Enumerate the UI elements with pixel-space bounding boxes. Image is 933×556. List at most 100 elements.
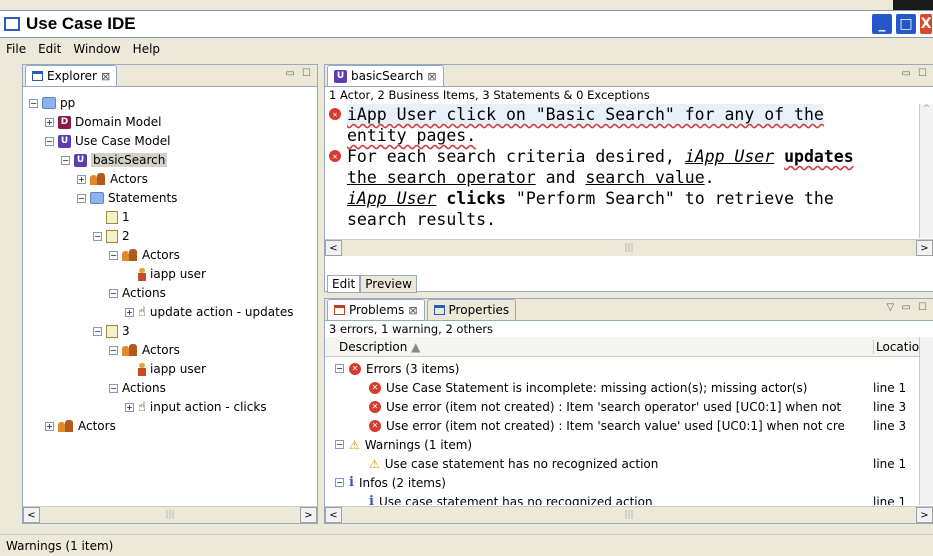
problem-group-row[interactable]: − ✕ Errors (3 items) — [335, 359, 460, 378]
tree-node[interactable]: + Actors — [77, 170, 148, 188]
editor-summary: 1 Actor, 2 Business Items, 3 Statements … — [325, 87, 933, 103]
code-editor[interactable]: ✕ ✕ iApp User click on "Basic Search" fo… — [325, 104, 933, 256]
scroll-left-button[interactable]: < — [325, 240, 342, 256]
maximize-button[interactable]: □ — [895, 13, 917, 35]
expand-icon[interactable]: + — [45, 117, 54, 127]
view-controls[interactable]: ▭ ☐ — [285, 68, 313, 79]
tree-node[interactable]: + D Domain Model — [45, 113, 161, 131]
expand-icon[interactable]: + — [77, 174, 86, 184]
problems-tab[interactable]: Problems ⊠ — [327, 299, 425, 320]
tree-node[interactable]: iapp user — [125, 360, 206, 378]
collapse-icon[interactable]: − — [93, 326, 102, 336]
tree-node[interactable]: + Actors — [45, 417, 116, 435]
menu-window[interactable]: Window — [73, 42, 120, 56]
menu-help[interactable]: Help — [133, 42, 160, 56]
tab-preview[interactable]: Preview — [360, 275, 417, 293]
menu-file[interactable]: File — [6, 42, 26, 56]
problem-row[interactable]: ✕ Use Case Statement is incomplete: missi… — [369, 378, 807, 397]
tree-node-label: Actors — [78, 419, 116, 433]
scroll-right-button[interactable]: > — [915, 507, 933, 523]
tree-node-label: input action - clicks — [149, 400, 267, 414]
collapse-icon[interactable]: − — [109, 383, 118, 393]
code-line-4: the search operator and search value. — [347, 167, 715, 188]
scroll-up-button[interactable]: ^ — [920, 104, 933, 120]
scroll-right-button[interactable]: > — [915, 240, 933, 256]
actor-token: iApp User — [684, 147, 775, 166]
problem-row[interactable]: ✕ Use error (item not created) : Item 'se… — [369, 397, 844, 416]
code-line-3: For each search criteria desired, iApp U… — [347, 146, 854, 167]
person-icon — [138, 362, 146, 376]
scroll-grip[interactable]: ||| — [624, 510, 633, 520]
problem-group-row[interactable]: − i Infos (2 items) — [335, 473, 446, 492]
folder-icon — [42, 97, 56, 109]
tree-node-label: Actions — [122, 381, 166, 395]
properties-tab[interactable]: Properties — [426, 299, 517, 320]
col-description-header[interactable]: Description ▲ — [339, 340, 420, 354]
warning-icon: ⚠ — [349, 437, 360, 452]
problem-description: Warnings (1 item) — [364, 437, 473, 452]
collapse-icon[interactable]: − — [61, 155, 70, 165]
explorer-hscrollbar[interactable]: < ||| > — [23, 506, 317, 523]
tree-node[interactable]: − pp — [29, 94, 75, 112]
tree-node-label: iapp user — [150, 362, 206, 376]
collapse-icon[interactable]: − — [335, 440, 344, 449]
scroll-grip[interactable]: ||| — [624, 243, 633, 253]
tab-edit[interactable]: Edit — [327, 275, 361, 293]
col-location-header[interactable]: Locatio — [873, 339, 919, 354]
close-tab-icon[interactable]: ⊠ — [427, 70, 436, 83]
collapse-icon[interactable]: − — [77, 193, 86, 203]
scroll-grip[interactable]: ||| — [165, 510, 174, 520]
expand-icon[interactable]: + — [125, 402, 134, 412]
problems-hscrollbar[interactable]: < ||| > — [325, 506, 933, 523]
tree-node[interactable]: − Actions — [109, 284, 166, 302]
tree-node[interactable]: − U Use Case Model — [45, 132, 170, 150]
close-tab-icon[interactable]: ⊠ — [408, 304, 417, 317]
collapse-icon[interactable]: − — [29, 98, 38, 108]
collapse-icon[interactable]: − — [109, 345, 118, 355]
expand-icon[interactable]: + — [45, 421, 54, 431]
collapse-icon[interactable]: − — [335, 364, 344, 373]
tree-node[interactable]: − Actors — [109, 341, 180, 359]
editor-hscrollbar[interactable]: < ||| > — [325, 239, 933, 256]
tree-node[interactable]: − Actors — [109, 246, 180, 264]
collapse-icon[interactable]: − — [109, 250, 118, 260]
collapse-icon[interactable]: − — [93, 231, 102, 241]
tree-node[interactable]: 1 — [93, 208, 130, 226]
error-marker-icon[interactable]: ✕ — [329, 108, 341, 120]
use-case-icon: U — [58, 134, 71, 148]
scroll-right-button[interactable]: > — [299, 507, 317, 523]
tree-node[interactable]: + ☝ update action - updates — [125, 303, 293, 321]
view-controls[interactable]: ▭ ☐ — [901, 68, 929, 79]
tree-node[interactable]: iapp user — [125, 265, 206, 283]
problem-row[interactable]: ✕ Use error (item not created) : Item 'se… — [369, 416, 844, 435]
minimize-button[interactable]: _ — [871, 13, 893, 35]
collapse-icon[interactable]: − — [335, 478, 344, 487]
tree-node[interactable]: − Actions — [109, 379, 166, 397]
tree-node[interactable]: − Statements — [77, 189, 177, 207]
expand-icon[interactable]: + — [125, 307, 134, 317]
app-window-icon — [4, 17, 20, 31]
editor-vscrollbar[interactable]: ^ — [919, 104, 933, 238]
code-text: . — [704, 168, 715, 187]
explorer-tab[interactable]: Explorer ⊠ — [25, 65, 118, 86]
scroll-left-button[interactable]: < — [23, 507, 40, 523]
problem-row[interactable]: ⚠ Use case statement has no recognized ac… — [369, 454, 658, 473]
close-button[interactable]: X — [919, 13, 933, 35]
actor-token: iApp User — [347, 189, 437, 208]
close-tab-icon[interactable]: ⊠ — [101, 70, 110, 83]
tree-node[interactable]: + ☝ input action - clicks — [125, 398, 267, 416]
problems-vscrollbar[interactable] — [919, 337, 933, 505]
problem-row[interactable]: i Use case statement has no recognized ac… — [369, 492, 653, 505]
tree-node[interactable]: −2 — [93, 227, 130, 245]
menu-edit[interactable]: Edit — [38, 42, 61, 56]
scroll-left-button[interactable]: < — [325, 507, 342, 523]
view-controls[interactable]: ▽ ▭ ☐ — [887, 302, 929, 313]
problem-description: Errors (3 items) — [366, 361, 460, 376]
problem-group-row[interactable]: − ⚠ Warnings (1 item) — [335, 435, 472, 454]
editor-tab-basicsearch[interactable]: U basicSearch ⊠ — [327, 65, 444, 86]
error-marker-icon[interactable]: ✕ — [329, 150, 341, 162]
collapse-icon[interactable]: − — [109, 288, 118, 298]
tree-node[interactable]: −3 — [93, 322, 130, 340]
collapse-icon[interactable]: − — [45, 136, 54, 146]
tree-node[interactable]: − UbasicSearch — [61, 151, 168, 169]
